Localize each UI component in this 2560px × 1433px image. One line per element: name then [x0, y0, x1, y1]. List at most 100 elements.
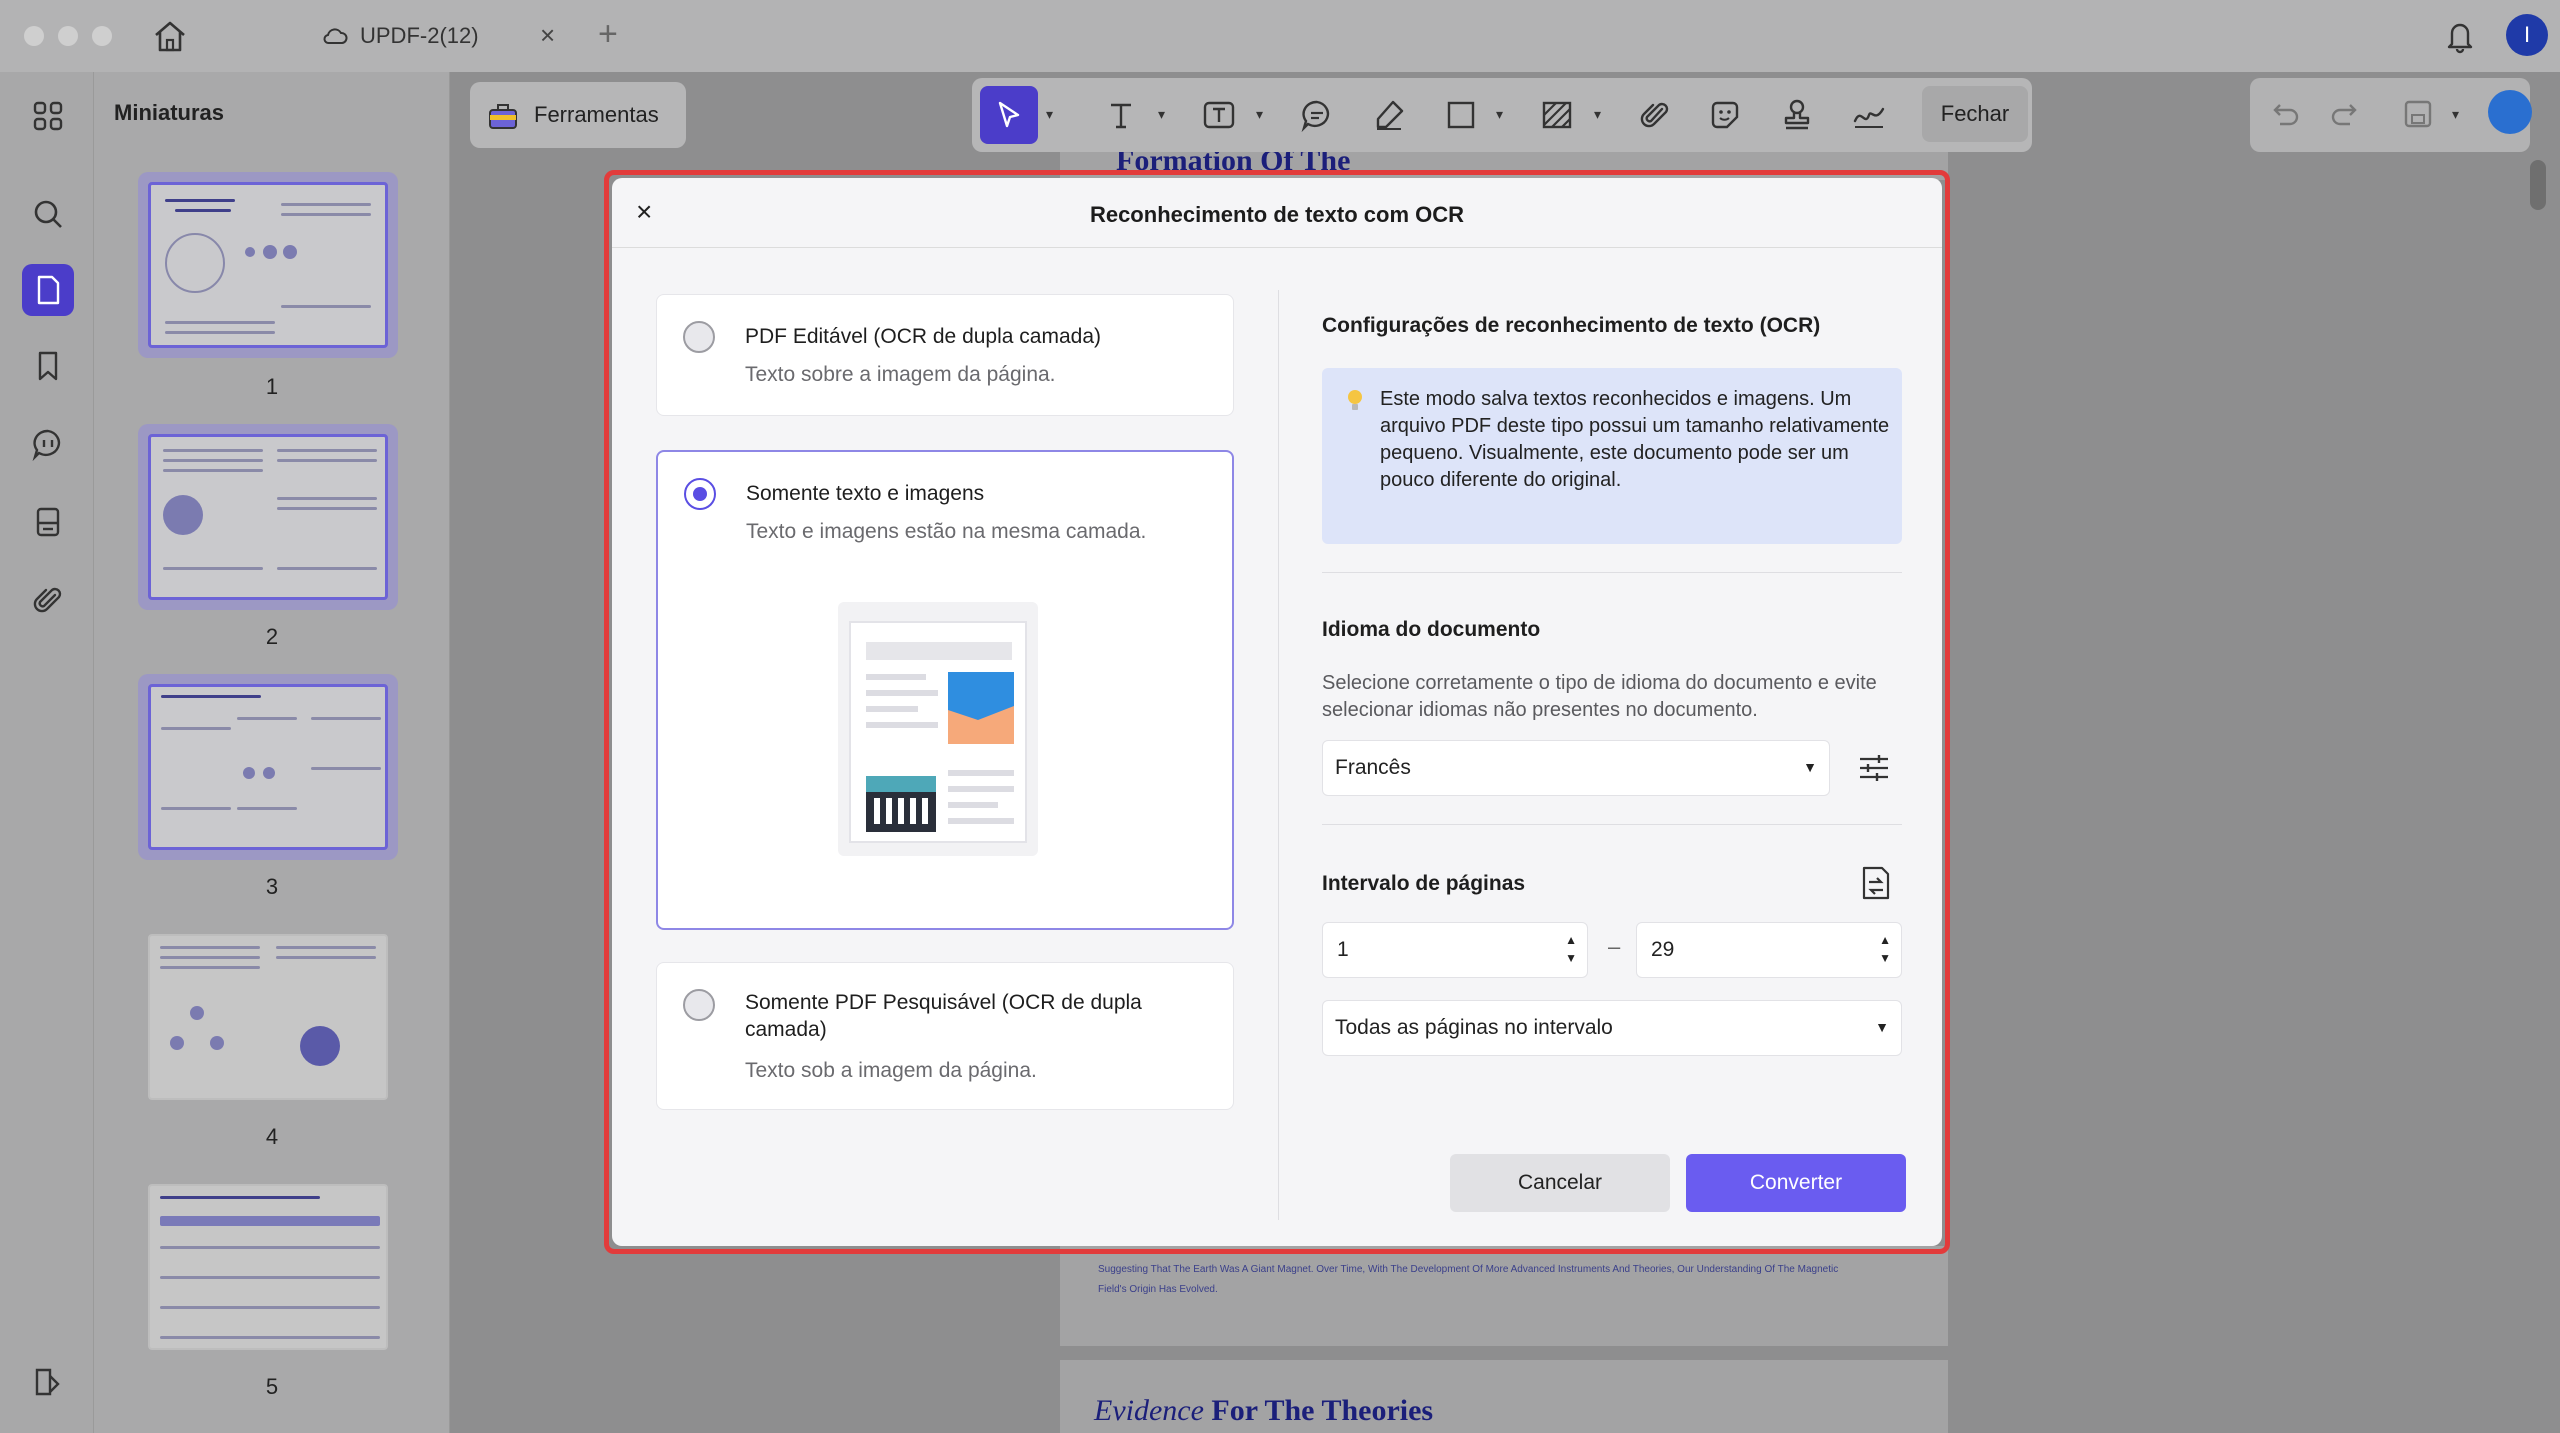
- lightbulb-icon: [1348, 390, 1362, 410]
- comment-tool-icon[interactable]: [1288, 86, 1346, 144]
- page-body-text: Suggesting That The Earth Was A Giant Ma…: [1098, 1264, 1839, 1275]
- radio-button[interactable]: [684, 478, 716, 510]
- cloud-icon: [323, 28, 348, 44]
- tab-title: UPDF-2(12): [360, 23, 479, 48]
- area-fill-tool-icon[interactable]: [1528, 86, 1586, 144]
- section-divider: [1322, 824, 1902, 825]
- convert-button[interactable]: Converter: [1686, 1154, 1906, 1212]
- thumbnail-number: 2: [265, 624, 279, 649]
- ai-assistant-icon[interactable]: [2488, 90, 2532, 134]
- mode-info-box: Este modo salva textos reconhecidos e im…: [1322, 368, 1902, 544]
- select-tool-icon[interactable]: [980, 86, 1038, 144]
- page-range-end-input[interactable]: 29 ▲ ▼: [1636, 922, 1902, 978]
- option-description: Texto sobre a imagem da página.: [745, 363, 1056, 386]
- cancel-button[interactable]: Cancelar: [1450, 1154, 1670, 1212]
- column-divider: [1278, 290, 1279, 1220]
- thumbnail-page-5[interactable]: [138, 1174, 398, 1360]
- chevron-down-icon[interactable]: ▾: [1158, 106, 1165, 123]
- sticker-tool-icon[interactable]: [1696, 86, 1754, 144]
- close-editor-button[interactable]: Fechar: [1922, 86, 2028, 142]
- option-title: Somente texto e imagens: [746, 482, 985, 505]
- comments-icon[interactable]: [22, 418, 74, 470]
- ocr-option-searchable[interactable]: Somente PDF Pesquisável (OCR de dupla ca…: [656, 962, 1234, 1110]
- ocr-dialog: × Reconhecimento de texto com OCR PDF Ed…: [612, 178, 1942, 1246]
- chevron-down-icon[interactable]: ▾: [1496, 106, 1503, 123]
- attachment-icon[interactable]: [22, 574, 74, 626]
- chevron-down-icon[interactable]: ▾: [1046, 106, 1053, 123]
- chevron-down-icon[interactable]: ▾: [1594, 106, 1601, 123]
- undo-icon[interactable]: [2266, 96, 2302, 132]
- grid-icon[interactable]: [22, 90, 74, 142]
- language-settings-icon[interactable]: [1856, 750, 1892, 786]
- user-avatar[interactable]: I: [2506, 14, 2548, 56]
- option-description: Texto e imagens estão na mesma camada.: [746, 520, 1147, 543]
- search-icon[interactable]: [22, 188, 74, 240]
- redo-icon[interactable]: [2328, 96, 2364, 132]
- thumbnails-title: Miniaturas: [114, 100, 225, 125]
- window-close-button[interactable]: [24, 26, 44, 46]
- text-box-tool-icon[interactable]: [1190, 86, 1248, 144]
- thumbnail-number: 5: [265, 1374, 279, 1399]
- ocr-option-editable[interactable]: PDF Editável (OCR de dupla camada) Texto…: [656, 294, 1234, 416]
- highlighter-tool-icon[interactable]: [1360, 86, 1418, 144]
- stepper-icon[interactable]: ▲ ▼: [1565, 931, 1577, 967]
- new-tab-icon[interactable]: +: [598, 14, 618, 54]
- window-minimize-button[interactable]: [58, 26, 78, 46]
- window-zoom-button[interactable]: [92, 26, 112, 46]
- language-value: Francês: [1335, 756, 1411, 779]
- thumbnail-number: 1: [265, 374, 279, 399]
- page-body-text: Field's Origin Has Evolved.: [1098, 1284, 1218, 1295]
- page-subset-select[interactable]: Todas as páginas no intervalo ▼: [1322, 1000, 1902, 1056]
- dialog-title: Reconhecimento de texto com OCR: [1089, 202, 1465, 227]
- radio-button[interactable]: [683, 989, 715, 1021]
- option-title: Somente PDF Pesquisável (OCR de dupla ca…: [745, 991, 1142, 1041]
- chevron-down-icon: ▼: [1875, 1019, 1889, 1035]
- left-rail: [0, 72, 94, 1433]
- thumbnail-page-1[interactable]: [138, 172, 398, 358]
- radio-button[interactable]: [683, 321, 715, 353]
- page-range-title: Intervalo de páginas: [1322, 872, 1526, 895]
- tools-button[interactable]: Ferramentas: [470, 82, 686, 148]
- chevron-down-icon: ▼: [1803, 759, 1817, 775]
- organize-pages-icon[interactable]: [22, 496, 74, 548]
- document-page: Suggesting That The Earth Was A Giant Ma…: [1060, 1246, 1948, 1346]
- document-layout-illustration: [838, 602, 1038, 856]
- chevron-down-icon[interactable]: ▾: [1256, 106, 1263, 123]
- title-bar: UPDF-2(12) × + I: [0, 0, 2560, 72]
- ocr-settings-title: Configurações de reconhecimento de texto…: [1322, 314, 1821, 337]
- page-range-start-input[interactable]: 1 ▲ ▼: [1322, 922, 1588, 978]
- thumbnails-panel: Miniaturas 1 2 3 4 5: [94, 72, 534, 1433]
- thumbnail-page-4[interactable]: [138, 924, 398, 1110]
- page-subset-value: Todas as páginas no intervalo: [1335, 1016, 1613, 1039]
- save-icon[interactable]: [2400, 96, 2436, 132]
- stepper-icon[interactable]: ▲ ▼: [1879, 931, 1891, 967]
- language-select[interactable]: Francês ▼: [1322, 740, 1830, 796]
- document-scrollbar[interactable]: [2530, 160, 2546, 210]
- attachment-tool-icon[interactable]: [1626, 86, 1684, 144]
- mode-info-text: Este modo salva textos reconhecidos e im…: [1380, 388, 1890, 491]
- tab-close-icon[interactable]: ×: [540, 20, 555, 50]
- bookmark-icon[interactable]: [22, 340, 74, 392]
- language-title: Idioma do documento: [1322, 618, 1541, 641]
- sidebar-toggle-icon[interactable]: [30, 1364, 64, 1400]
- option-title: PDF Editável (OCR de dupla camada): [745, 325, 1101, 348]
- option-description: Texto sob a imagem da página.: [745, 1059, 1037, 1082]
- language-help-text: Selecione corretamente o tipo de idioma …: [1322, 672, 1877, 721]
- page-range-icon[interactable]: [1858, 864, 1892, 902]
- home-icon[interactable]: [150, 18, 190, 54]
- shape-tool-icon[interactable]: [1432, 86, 1490, 144]
- tools-label: Ferramentas: [534, 102, 659, 127]
- notification-bell-icon[interactable]: [2444, 18, 2476, 54]
- document-page: Evidence For The Theories: [1060, 1360, 1948, 1433]
- signature-tool-icon[interactable]: [1840, 86, 1898, 144]
- thumbnail-page-3[interactable]: [138, 674, 398, 860]
- thumbnails-icon[interactable]: [22, 264, 74, 316]
- toolbox-icon: [489, 104, 517, 129]
- chevron-down-icon[interactable]: ▾: [2452, 106, 2459, 123]
- dialog-header: × Reconhecimento de texto com OCR: [612, 178, 1942, 248]
- thumbnail-number: 3: [265, 874, 279, 899]
- thumbnail-number: 4: [265, 1124, 279, 1149]
- stamp-tool-icon[interactable]: [1768, 86, 1826, 144]
- text-tool-icon[interactable]: [1092, 86, 1150, 144]
- thumbnail-page-2[interactable]: [138, 424, 398, 610]
